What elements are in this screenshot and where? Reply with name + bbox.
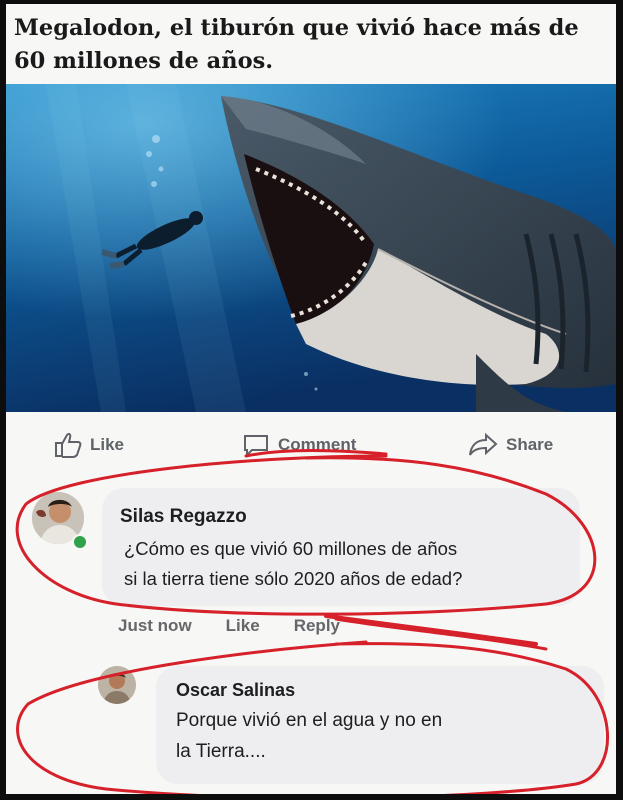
like-button[interactable]: Like	[54, 432, 124, 458]
post-caption: Megalodon, el tiburón que vivió hace más…	[14, 15, 579, 74]
comment-bubble: Silas Regazzo ¿Cómo es que vivió 60 mill…	[102, 488, 580, 606]
comment-text-line: Porque vivió en el agua y no en	[176, 710, 443, 731]
comment-like-link[interactable]: Like	[226, 616, 260, 636]
comment-text-line: si la tierra tiene sólo 2020 años de eda…	[124, 568, 463, 589]
share-button[interactable]: Share	[468, 432, 553, 458]
comment-label: Comment	[278, 435, 357, 454]
strike-annotation	[334, 617, 548, 651]
post-photo	[6, 84, 616, 412]
like-label: Like	[90, 435, 125, 454]
share-arrow-icon	[469, 432, 498, 456]
post-action-bar: Like Comment Share	[6, 418, 616, 478]
comment-meta: Just now Like Reply	[118, 616, 340, 636]
comment-bubble: Oscar Salinas Porque vivió en el agua y …	[156, 666, 604, 784]
comment-author[interactable]: Oscar Salinas	[176, 680, 295, 701]
comment-text-line: ¿Cómo es que vivió 60 millones de años	[124, 538, 458, 559]
comment-button[interactable]: Comment	[242, 432, 356, 458]
comment-text-line: la Tierra....	[176, 741, 266, 762]
strike-annotation	[324, 614, 538, 646]
comment-reply-link[interactable]: Reply	[294, 616, 340, 636]
comment-timestamp: Just now	[118, 616, 192, 635]
user-avatar-oscar	[98, 666, 136, 704]
online-status-indicator	[72, 534, 88, 550]
post-card: Megalodon, el tiburón que vivió hace más…	[6, 4, 616, 794]
share-label: Share	[506, 435, 554, 454]
thumbs-up-icon	[55, 433, 82, 458]
speech-bubble-icon	[244, 435, 268, 458]
avatar[interactable]	[98, 666, 136, 704]
megalodon-diver-illustration	[6, 84, 616, 412]
comment-author[interactable]: Silas Regazzo	[120, 506, 247, 528]
